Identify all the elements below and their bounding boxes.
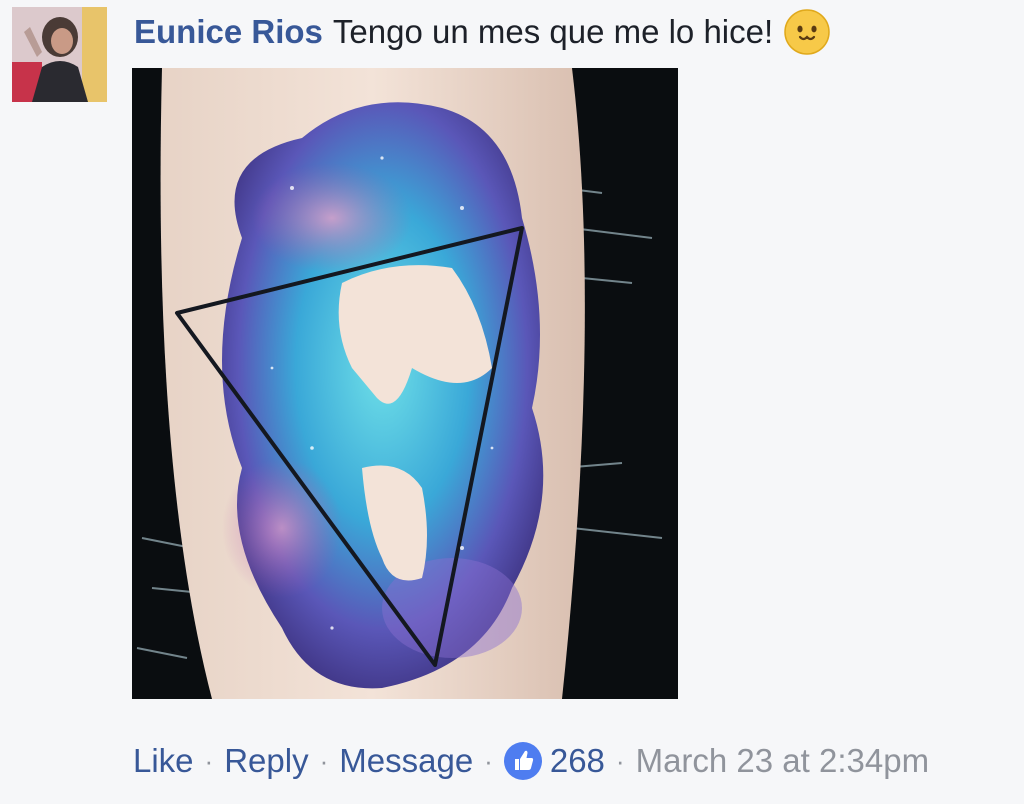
avatar[interactable] <box>12 7 107 102</box>
attached-photo[interactable] <box>132 68 678 699</box>
like-count[interactable]: 268 <box>550 735 605 787</box>
separator: · <box>204 746 214 776</box>
separator: · <box>484 746 493 776</box>
happy-face-emoji-icon <box>783 8 831 56</box>
like-link[interactable]: Like <box>133 735 194 787</box>
comment-line: Eunice Rios Tengo un mes que me lo hice! <box>134 8 831 56</box>
message-link[interactable]: Message <box>339 735 473 787</box>
separator: · <box>615 746 625 776</box>
reply-link[interactable]: Reply <box>224 735 308 787</box>
thumbs-up-icon[interactable] <box>503 742 542 780</box>
timestamp[interactable]: March 23 at 2:34pm <box>636 735 930 787</box>
comment-actions: Like · Reply · Message · 268 · March 23 … <box>133 735 929 787</box>
comment-text: Tengo un mes que me lo hice! <box>332 13 774 50</box>
separator: · <box>319 746 329 776</box>
comment-author[interactable]: Eunice Rios <box>134 8 323 56</box>
